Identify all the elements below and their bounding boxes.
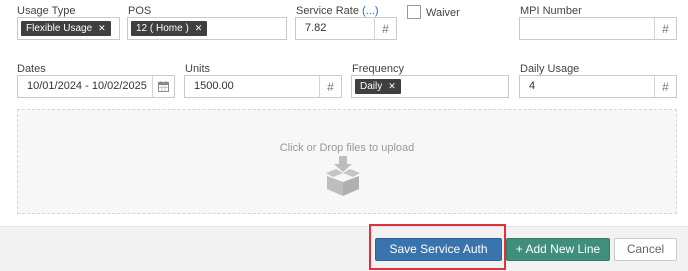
usage-type-tag: Flexible Usage ✕ <box>21 21 111 36</box>
units-value: 1500.00 <box>194 80 234 92</box>
upload-box-icon <box>326 156 360 196</box>
daily-usage-value: 4 <box>529 80 536 92</box>
dates-input[interactable]: 10/01/2024 - 10/02/2025 <box>17 75 175 98</box>
dates-value: 10/01/2024 - 10/02/2025 <box>27 80 147 92</box>
frequency-tag-text: Daily <box>360 81 383 92</box>
cancel-button[interactable]: Cancel <box>614 238 677 261</box>
service-rate-details-link[interactable]: (...) <box>362 5 379 17</box>
service-rate-input[interactable]: 7.82 # <box>295 17 397 40</box>
hash-icon: # <box>654 18 676 39</box>
close-icon[interactable]: ✕ <box>388 79 396 94</box>
frequency-select[interactable]: Daily ✕ <box>351 75 509 98</box>
add-new-line-button[interactable]: + Add New Line <box>506 238 610 261</box>
hash-icon: # <box>374 18 396 39</box>
calendar-icon[interactable] <box>152 76 174 97</box>
usage-type-tag-text: Flexible Usage <box>26 23 93 34</box>
close-icon[interactable]: ✕ <box>195 21 203 36</box>
pos-tag-text: 12 ( Home ) <box>136 23 189 34</box>
waiver-label: Waiver <box>426 7 460 19</box>
service-rate-label-text: Service Rate <box>296 5 359 17</box>
service-rate-value: 7.82 <box>305 22 327 34</box>
daily-usage-input[interactable]: 4 # <box>519 75 677 98</box>
usage-type-select[interactable]: Flexible Usage ✕ <box>17 17 120 40</box>
mpi-number-input[interactable]: # <box>519 17 677 40</box>
frequency-tag: Daily ✕ <box>355 79 401 94</box>
hash-icon: # <box>319 76 341 97</box>
file-dropzone[interactable]: Click or Drop files to upload <box>17 109 677 214</box>
close-icon[interactable]: ✕ <box>98 21 106 36</box>
dropzone-text: Click or Drop files to upload <box>279 142 415 154</box>
pos-tag: 12 ( Home ) ✕ <box>131 21 208 36</box>
pos-select[interactable]: 12 ( Home ) ✕ <box>127 17 287 40</box>
hash-icon: # <box>654 76 676 97</box>
highlight-annotation <box>369 224 506 270</box>
units-input[interactable]: 1500.00 # <box>184 75 342 98</box>
waiver-checkbox[interactable] <box>407 5 421 19</box>
